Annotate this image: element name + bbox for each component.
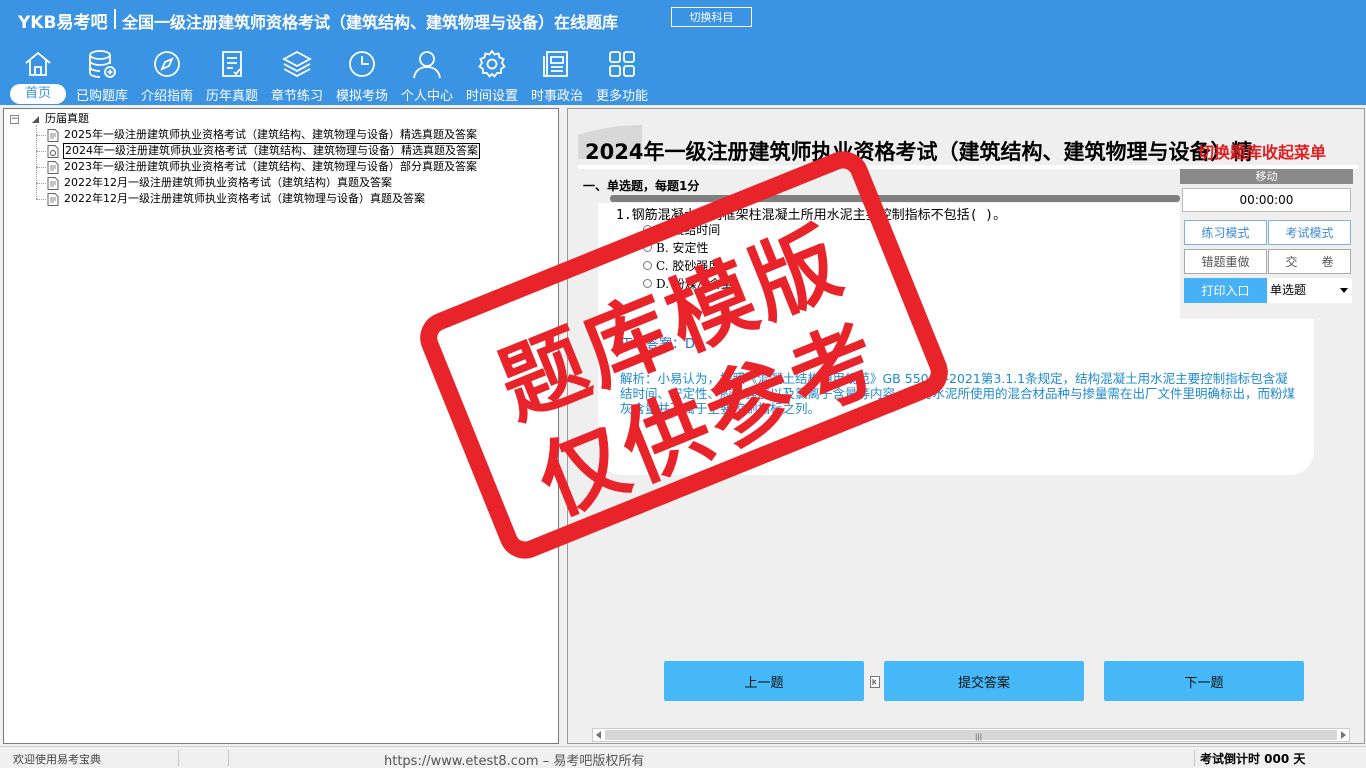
nav-current-affairs[interactable]: 时事政治 bbox=[525, 48, 589, 104]
app-header: YKB易考吧 全国一级注册建筑师资格考试（建筑结构、建筑物理与设备）在线题库 切… bbox=[0, 0, 1366, 105]
nav-label: 已购题库 bbox=[75, 89, 128, 104]
tree-item-label: 2024年一级注册建筑师执业资格考试（建筑结构、建筑物理与设备）精选真题及答案 bbox=[63, 143, 480, 159]
tree-item[interactable]: 2023年一级注册建筑师执业资格考试（建筑结构、建筑物理与设备）部分真题及答案 bbox=[4, 159, 544, 175]
welcome-text: 欢迎使用易考宝典 bbox=[13, 753, 101, 766]
tree-item[interactable]: 2022年12月一级注册建筑师执业资格考试（建筑物理与设备）真题及答案 bbox=[4, 191, 544, 207]
switch-subject-button[interactable]: 切换科目 bbox=[671, 7, 752, 27]
submit-paper-button[interactable]: 交 卷 bbox=[1268, 249, 1351, 274]
correct-answer: 正确答案：D bbox=[620, 337, 696, 352]
prev-question-button[interactable]: 上一题 bbox=[664, 661, 864, 701]
nav-label: 个人中心 bbox=[400, 89, 453, 104]
scroll-right-icon[interactable] bbox=[1341, 731, 1346, 739]
redo-wrong-button[interactable]: 错题重做 bbox=[1184, 249, 1267, 274]
news-icon bbox=[543, 51, 568, 77]
nav-home[interactable]: 首页 bbox=[6, 48, 70, 104]
database-icon bbox=[89, 50, 116, 78]
scrollbar-thumb[interactable]: ||| bbox=[605, 730, 1337, 741]
tree-item[interactable]: 2022年12月一级注册建筑师执业资格考试（建筑结构）真题及答案 bbox=[4, 175, 544, 191]
answer-analysis: 解析：小易认为，按照《混凝土结构通用规范》GB 55008-2021第3.1.1… bbox=[620, 371, 1296, 416]
app-title: 全国一级注册建筑师资格考试（建筑结构、建筑物理与设备）在线题库 bbox=[122, 13, 619, 32]
option-c[interactable]: C. 胶砂强度 bbox=[643, 257, 720, 274]
print-button[interactable]: 打印入口 bbox=[1184, 278, 1267, 303]
tree-item-label: 2023年一级注册建筑师执业资格考试（建筑结构、建筑物理与设备）部分真题及答案 bbox=[64, 160, 477, 173]
nav-mock-exam[interactable]: 模拟考场 bbox=[330, 48, 394, 104]
nav-chapter-practice[interactable]: 章节练习 bbox=[265, 48, 329, 104]
dropdown-arrow-icon bbox=[1340, 288, 1348, 293]
gear-icon bbox=[478, 49, 506, 78]
next-question-button[interactable]: 下一题 bbox=[1104, 661, 1304, 701]
tree-root-label: 历届真题 bbox=[45, 112, 89, 125]
status-divider bbox=[1194, 750, 1195, 766]
radio-button[interactable] bbox=[643, 279, 652, 288]
nav-past-papers[interactable]: 历年真题 bbox=[200, 48, 264, 104]
question-type-select[interactable]: 单选题 bbox=[1268, 278, 1352, 303]
checklist-icon bbox=[222, 51, 242, 77]
status-divider bbox=[228, 750, 229, 766]
timer-display: 00:00:00 bbox=[1182, 188, 1351, 212]
logo: YKB易考吧 bbox=[18, 13, 108, 33]
nav-label: 更多功能 bbox=[595, 89, 648, 104]
copyright-text: https://www.etest8.com – 易考吧版权所有 bbox=[384, 754, 645, 768]
horizontal-scrollbar[interactable]: ||| bbox=[592, 728, 1350, 742]
scroll-left-icon[interactable] bbox=[596, 731, 601, 739]
nav-more-functions[interactable]: 更多功能 bbox=[590, 48, 654, 104]
submit-answer-button[interactable]: 提交答案 bbox=[884, 661, 1084, 701]
tree-item-label: 2022年12月一级注册建筑师执业资格考试（建筑物理与设备）真题及答案 bbox=[64, 192, 425, 205]
nav-label: 时事政治 bbox=[530, 89, 583, 104]
nav-time-settings[interactable]: 时间设置 bbox=[460, 48, 524, 104]
paper-title: 2024年一级注册建筑师执业资格考试（建筑结构、建筑物理与设备）精 bbox=[585, 140, 1253, 164]
logo-divider bbox=[114, 9, 116, 29]
nav-label: 首页 bbox=[10, 84, 66, 104]
radio-button[interactable] bbox=[643, 261, 652, 270]
tree-item[interactable]: 2025年一级注册建筑师执业资格考试（建筑结构、建筑物理与设备）精选真题及答案 bbox=[4, 127, 544, 143]
document-icon bbox=[47, 161, 59, 174]
move-handle[interactable]: 移动 bbox=[1180, 169, 1353, 184]
collapse-icon[interactable]: − bbox=[10, 115, 19, 124]
splitter-icon[interactable] bbox=[870, 676, 880, 688]
radio-button[interactable] bbox=[643, 243, 652, 252]
exam-mode-button[interactable]: 考试模式 bbox=[1268, 220, 1351, 245]
option-b[interactable]: B. 安定性 bbox=[643, 239, 708, 256]
option-d[interactable]: D. 粉煤灰含量 bbox=[643, 275, 733, 292]
radio-button[interactable] bbox=[643, 225, 652, 234]
menu-toggle-hint[interactable]: 切换题库收起菜单 bbox=[1198, 139, 1326, 163]
status-bar: 欢迎使用易考宝典 https://www.etest8.com – 易考吧版权所… bbox=[0, 746, 1366, 768]
nav-label: 历年真题 bbox=[205, 89, 258, 104]
nav-label: 章节练习 bbox=[270, 89, 323, 104]
practice-mode-button[interactable]: 练习模式 bbox=[1184, 220, 1267, 245]
nav-guide[interactable]: 介绍指南 bbox=[135, 48, 199, 104]
section-heading: 一、单选题，每题1分 bbox=[583, 179, 700, 193]
nav-label: 时间设置 bbox=[465, 89, 518, 104]
paper-tree: − 历届真题 2025年一级注册建筑师执业资格考试（建筑结构、建筑物理与设备）精… bbox=[3, 108, 559, 744]
nav-label: 介绍指南 bbox=[140, 89, 193, 104]
document-icon bbox=[47, 145, 59, 158]
status-divider bbox=[178, 750, 179, 766]
progress-strip bbox=[610, 195, 1180, 202]
compass-icon bbox=[154, 51, 180, 77]
triangle-icon bbox=[32, 116, 39, 123]
nav-personal-center[interactable]: 个人中心 bbox=[395, 48, 459, 104]
user-icon bbox=[413, 51, 441, 79]
grid-icon bbox=[609, 51, 635, 77]
option-a[interactable]: A. 凝结时间 bbox=[643, 221, 720, 238]
exam-countdown: 考试倒计时 000 天 bbox=[1200, 752, 1306, 766]
tree-root[interactable]: − 历届真题 bbox=[4, 111, 304, 127]
tree-item-label: 2025年一级注册建筑师执业资格考试（建筑结构、建筑物理与设备）精选真题及答案 bbox=[64, 128, 477, 141]
nav-label: 模拟考场 bbox=[335, 89, 388, 104]
home-icon bbox=[25, 51, 51, 76]
clock-icon bbox=[349, 51, 375, 77]
document-icon bbox=[47, 193, 59, 206]
document-icon bbox=[47, 129, 59, 142]
timer-panel: 移动 00:00:00 练习模式 考试模式 错题重做 交 卷 打印入口 单选题 bbox=[1180, 169, 1353, 319]
tree-item-label: 2022年12月一级注册建筑师执业资格考试（建筑结构）真题及答案 bbox=[64, 176, 392, 189]
tree-item-selected[interactable]: 2024年一级注册建筑师执业资格考试（建筑结构、建筑物理与设备）精选真题及答案 bbox=[4, 143, 544, 159]
question-panel: 2024年一级注册建筑师执业资格考试（建筑结构、建筑物理与设备）精 切换题库收起… bbox=[567, 108, 1365, 744]
layers-icon bbox=[282, 50, 312, 78]
document-icon bbox=[47, 177, 59, 190]
nav-purchased[interactable]: 已购题库 bbox=[70, 48, 134, 104]
